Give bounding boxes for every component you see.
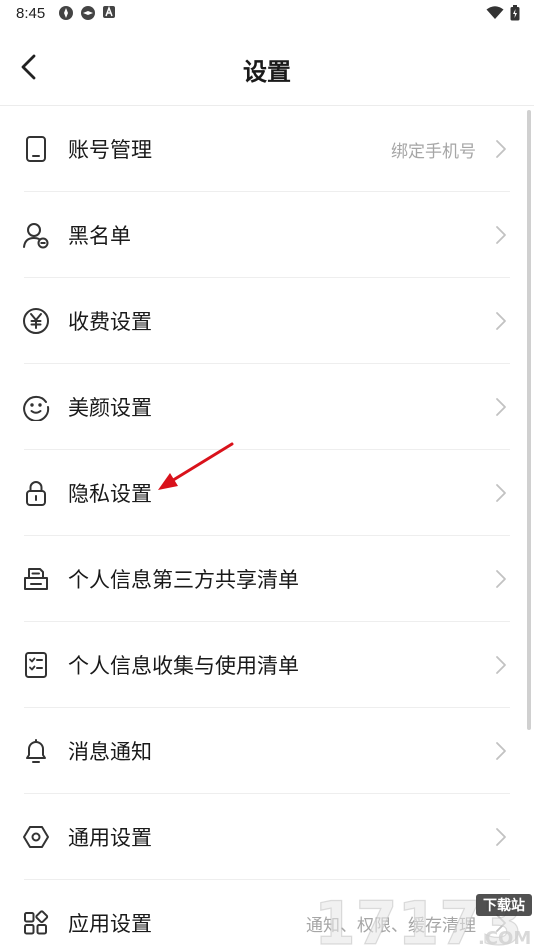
- face-icon: [23, 395, 50, 421]
- chevron-right-icon: [496, 312, 506, 330]
- checklist-icon: [25, 652, 47, 678]
- battery-icon: [510, 5, 520, 21]
- chevron-right-icon: [496, 140, 506, 158]
- page-title: 设置: [243, 58, 291, 86]
- settings-item-beauty[interactable]: 美颜设置: [0, 364, 534, 450]
- a-notification-icon: [103, 5, 115, 18]
- annotation-arrow-icon: [158, 442, 234, 490]
- status-system-icons: [486, 5, 520, 21]
- yen-icon: [23, 308, 49, 334]
- settings-item-label: 个人信息第三方共享清单: [68, 568, 299, 592]
- chevron-right-icon: [496, 656, 506, 674]
- app-notification-icon: [81, 6, 95, 20]
- status-notification-icons: [58, 5, 116, 21]
- share-list-icon: [24, 568, 48, 590]
- settings-item-label: 账号管理: [68, 138, 152, 162]
- settings-item-label: 隐私设置: [68, 482, 152, 506]
- phone-icon: [26, 136, 46, 162]
- wifi-icon: [486, 6, 504, 19]
- settings-item-general[interactable]: 通用设置: [0, 794, 534, 880]
- settings-list: 账号管理 绑定手机号 黑名单 收费设置 美颜设置 隐私设置 个人信息第三方共享清…: [0, 106, 534, 950]
- watermark-domain: .COM: [478, 928, 531, 949]
- chevron-right-icon: [496, 570, 506, 588]
- settings-item-label: 应用设置: [68, 912, 152, 936]
- status-bar: 8:45: [0, 0, 534, 28]
- settings-item-label: 通用设置: [68, 826, 152, 850]
- settings-item-notifications[interactable]: 消息通知: [0, 708, 534, 794]
- settings-item-data-collection[interactable]: 个人信息收集与使用清单: [0, 622, 534, 708]
- settings-item-account[interactable]: 账号管理 绑定手机号: [0, 106, 534, 192]
- settings-item-privacy[interactable]: 隐私设置: [0, 450, 534, 536]
- chevron-right-icon: [496, 484, 506, 502]
- settings-item-value: 绑定手机号: [391, 142, 476, 162]
- watermark-logo: 17173 下载站 .COM: [313, 888, 532, 950]
- settings-item-blacklist[interactable]: 黑名单: [0, 192, 534, 278]
- apps-grid-icon: [24, 910, 49, 935]
- settings-item-label: 收费设置: [68, 310, 152, 334]
- app-notification-icon: [59, 6, 73, 20]
- settings-item-label: 美颜设置: [68, 396, 152, 420]
- settings-item-label: 黑名单: [68, 224, 131, 248]
- watermark-tag: 下载站: [483, 897, 525, 914]
- hexagon-settings-icon: [23, 826, 49, 848]
- bell-icon: [26, 739, 46, 763]
- scrollbar[interactable]: [527, 110, 531, 730]
- status-time: 8:45: [16, 5, 46, 22]
- settings-item-label: 消息通知: [68, 740, 152, 764]
- settings-item-label: 个人信息收集与使用清单: [68, 654, 299, 678]
- chevron-right-icon: [496, 226, 506, 244]
- settings-item-fees[interactable]: 收费设置: [0, 278, 534, 364]
- user-block-icon: [23, 223, 49, 249]
- chevron-right-icon: [496, 742, 506, 760]
- chevron-right-icon: [496, 828, 506, 846]
- navigation-bar: 设置: [0, 28, 534, 106]
- chevron-right-icon: [496, 398, 506, 416]
- lock-icon: [26, 481, 46, 506]
- settings-item-third-party-sharing[interactable]: 个人信息第三方共享清单: [0, 536, 534, 622]
